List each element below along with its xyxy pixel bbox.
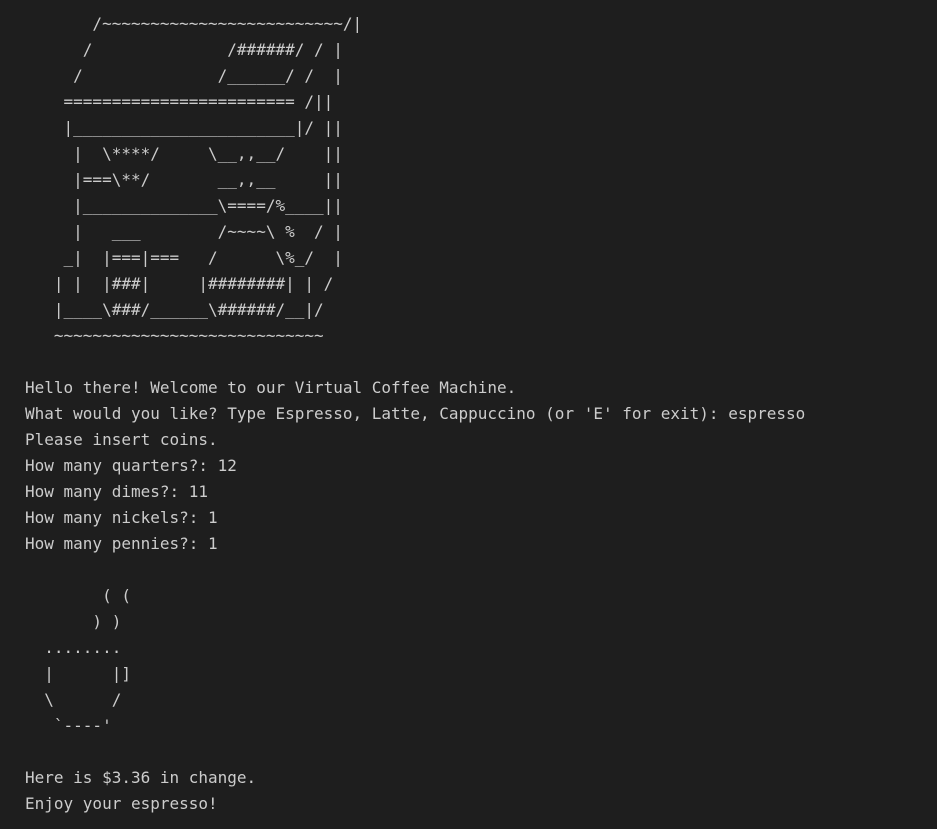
quarters-prompt: How many quarters?: 12	[25, 456, 237, 475]
machine-art-line: | \****/ \__,,__/ ||	[25, 144, 343, 163]
machine-art-line: ~~~~~~~~~~~~~~~~~~~~~~~~~~~~	[25, 326, 324, 345]
cup-art-line: \ /	[25, 690, 122, 709]
machine-art-line: / /______/ / |	[25, 66, 343, 85]
dimes-prompt: How many dimes?: 11	[25, 482, 209, 501]
machine-art-line: ======================== /||	[25, 92, 334, 111]
cup-art-line: ........	[25, 638, 122, 657]
drink-prompt: What would you like? Type Espresso, Latt…	[25, 404, 806, 423]
machine-art-line: |____\###/______\######/__|/	[25, 300, 324, 319]
machine-art-line: / /######/ / |	[25, 40, 343, 59]
machine-art-line: |_______________________|/ ||	[25, 118, 343, 137]
machine-art-line: | ___ /~~~~\ % / |	[25, 222, 343, 241]
machine-art-line: |______________\====/%____||	[25, 196, 343, 215]
terminal-window[interactable]: /~~~~~~~~~~~~~~~~~~~~~~~~~/| / /######/ …	[0, 0, 937, 829]
nickels-prompt: How many nickels?: 1	[25, 508, 218, 527]
enjoy-message: Enjoy your espresso!	[25, 794, 218, 813]
cup-art-line: `----'	[25, 716, 112, 735]
cup-art-line: | |]	[25, 664, 131, 683]
welcome-message: Hello there! Welcome to our Virtual Coff…	[25, 378, 517, 397]
cup-art-line: ) )	[25, 612, 122, 631]
insert-coins-msg: Please insert coins.	[25, 430, 218, 449]
machine-art-line: _| |===|=== / \%_/ |	[25, 248, 343, 267]
change-message: Here is $3.36 in change.	[25, 768, 257, 787]
pennies-prompt: How many pennies?: 1	[25, 534, 218, 553]
cup-art-line: ( (	[25, 586, 131, 605]
machine-art-line: | | |###| |########| | /	[25, 274, 334, 293]
machine-art-line: |===\**/ __,,__ ||	[25, 170, 343, 189]
machine-art-line: /~~~~~~~~~~~~~~~~~~~~~~~~~/|	[25, 14, 363, 33]
